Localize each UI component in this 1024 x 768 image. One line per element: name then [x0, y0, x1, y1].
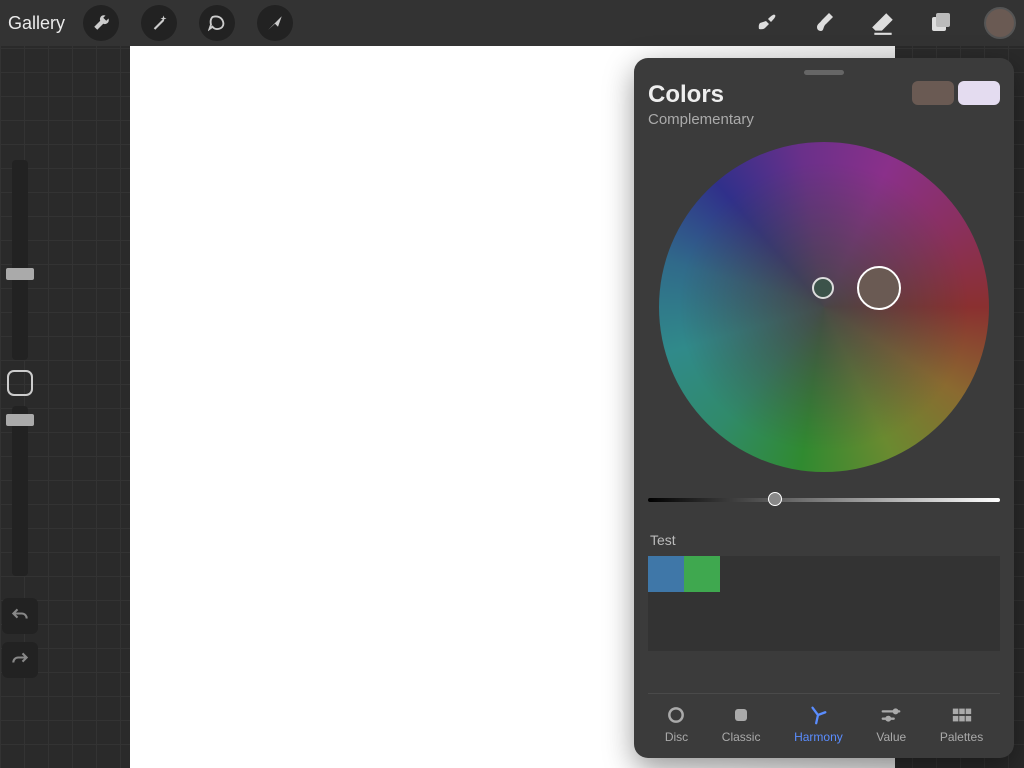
- opacity-thumb[interactable]: [6, 414, 34, 426]
- redo-button[interactable]: [2, 642, 38, 678]
- tab-label: Harmony: [794, 730, 843, 744]
- palette-name[interactable]: Test: [648, 528, 1000, 552]
- tab-label: Disc: [665, 730, 688, 744]
- secondary-swatch[interactable]: [958, 81, 1000, 105]
- smudge-icon[interactable]: [810, 8, 840, 38]
- hue-wheel[interactable]: [659, 142, 989, 472]
- tab-label: Classic: [722, 730, 761, 744]
- complementary-picker[interactable]: [812, 277, 834, 299]
- undo-redo-group: [0, 598, 40, 686]
- disc-icon: [665, 704, 687, 726]
- palettes-icon: [951, 704, 973, 726]
- harmony-icon: [807, 704, 829, 726]
- top-toolbar: Gallery: [0, 0, 1024, 46]
- modifier-button[interactable]: [7, 370, 33, 396]
- tab-classic[interactable]: Classic: [722, 704, 761, 744]
- palette-color-1[interactable]: [648, 556, 684, 592]
- left-sliders: [0, 160, 40, 586]
- panel-tabs: Disc Classic Harmony Value Palettes: [648, 693, 1000, 758]
- primary-picker[interactable]: [857, 266, 901, 310]
- selection-icon[interactable]: [199, 5, 235, 41]
- gallery-button[interactable]: Gallery: [8, 13, 65, 34]
- value-icon: [880, 704, 902, 726]
- wrench-icon[interactable]: [83, 5, 119, 41]
- tab-label: Palettes: [940, 730, 983, 744]
- tab-harmony[interactable]: Harmony: [794, 704, 843, 744]
- palette-color-2[interactable]: [684, 556, 720, 592]
- panel-title: Colors: [648, 81, 754, 109]
- palette-grid[interactable]: [648, 556, 1000, 651]
- arrow-icon[interactable]: [257, 5, 293, 41]
- current-color-chip[interactable]: [984, 7, 1016, 39]
- wand-icon[interactable]: [141, 5, 177, 41]
- color-panel: Colors Complementary Test Disc: [634, 58, 1014, 758]
- harmony-mode-label[interactable]: Complementary: [648, 111, 754, 128]
- brush-size-thumb[interactable]: [6, 268, 34, 280]
- brightness-thumb[interactable]: [768, 492, 782, 506]
- undo-button[interactable]: [2, 598, 38, 634]
- brush-icon[interactable]: [752, 8, 782, 38]
- primary-swatch[interactable]: [912, 81, 954, 105]
- tab-label: Value: [876, 730, 906, 744]
- tab-disc[interactable]: Disc: [665, 704, 688, 744]
- classic-icon: [730, 704, 752, 726]
- layers-icon[interactable]: [926, 8, 956, 38]
- panel-drag-handle[interactable]: [804, 70, 844, 75]
- brush-size-slider[interactable]: [12, 160, 28, 360]
- brightness-slider[interactable]: [648, 498, 1000, 502]
- color-wheel[interactable]: [659, 142, 989, 472]
- eraser-icon[interactable]: [868, 8, 898, 38]
- tab-value[interactable]: Value: [876, 704, 906, 744]
- opacity-slider[interactable]: [12, 406, 28, 576]
- tab-palettes[interactable]: Palettes: [940, 704, 983, 744]
